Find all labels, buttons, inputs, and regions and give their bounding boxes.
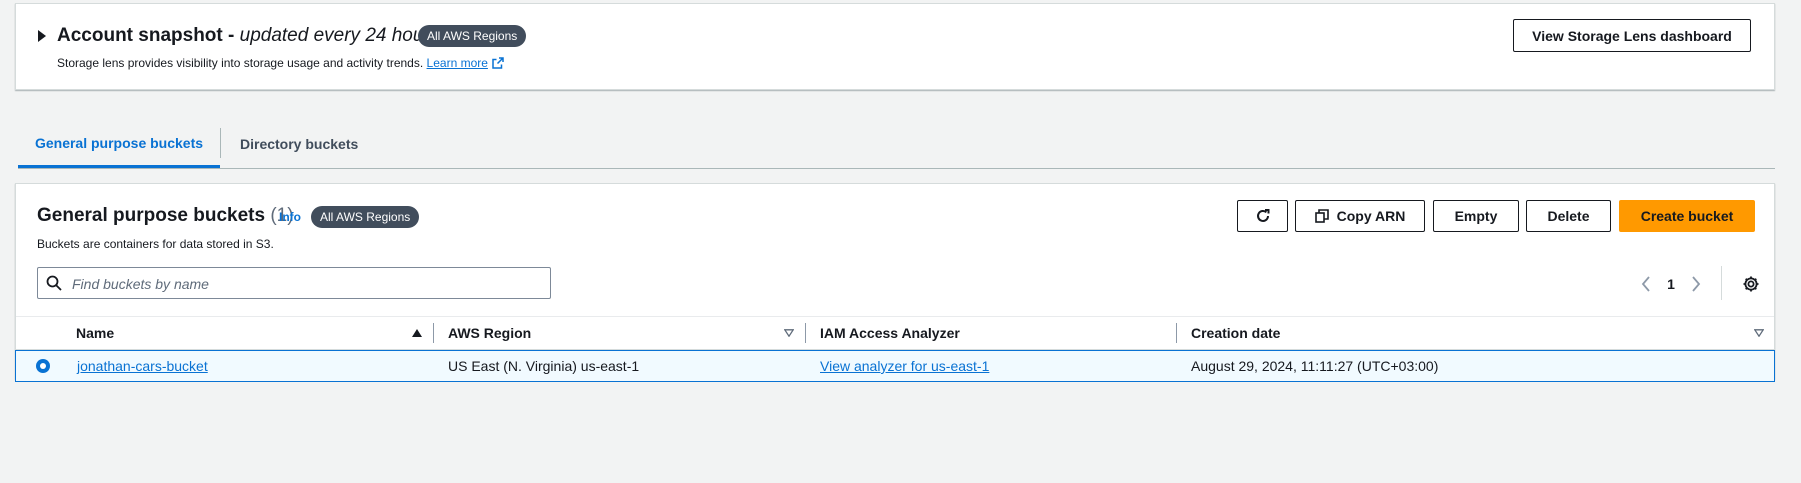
account-snapshot-panel: Account snapshot - updated every 24 hour… [15,3,1775,90]
view-storage-lens-dashboard-button[interactable]: View Storage Lens dashboard [1513,19,1751,52]
bucket-name-link[interactable]: jonathan-cars-bucket [77,358,208,374]
column-header-name[interactable]: Name [76,317,114,349]
column-divider [433,323,434,343]
column-header-creation-date[interactable]: Creation date [1191,317,1280,349]
snapshot-title-subtext: updated every 24 hours [239,25,440,46]
sort-indicator-icon[interactable] [1754,329,1764,337]
empty-button[interactable]: Empty [1433,200,1519,232]
tab-directory-buckets[interactable]: Directory buckets [240,120,358,168]
expand-caret-icon[interactable] [38,30,46,42]
sort-indicator-icon[interactable] [784,329,794,337]
learn-more-link[interactable]: Learn more [427,56,504,70]
column-header-region[interactable]: AWS Region [448,317,531,349]
external-link-icon [492,57,504,69]
sort-ascending-icon[interactable] [412,329,422,337]
row-select-radio[interactable] [36,359,50,373]
snapshot-description: Storage lens provides visibility into st… [57,56,504,70]
snapshot-title-text: Account snapshot - [57,25,235,46]
search-input[interactable] [70,272,544,296]
chevron-right-icon [1692,276,1701,292]
refresh-icon [1256,209,1269,222]
buckets-title-text: General purpose buckets [37,205,266,226]
delete-button[interactable]: Delete [1526,200,1611,232]
refresh-button[interactable] [1237,200,1288,232]
buckets-title: General purpose buckets (1) [37,205,294,227]
previous-page-button[interactable] [1636,274,1656,294]
regions-badge: All AWS Regions [418,25,527,47]
regions-badge: All AWS Regions [311,206,420,228]
column-divider [1176,323,1177,343]
view-analyzer-link[interactable]: View analyzer for us-east-1 [820,358,989,374]
table-row[interactable]: jonathan-cars-bucket US East (N. Virgini… [15,350,1775,382]
buckets-panel: General purpose buckets (1) Info All AWS… [15,183,1775,382]
chevron-left-icon [1641,276,1650,292]
pager-divider [1721,266,1722,300]
current-page[interactable]: 1 [1656,276,1686,292]
snapshot-description-text: Storage lens provides visibility into st… [57,56,424,70]
bucket-region-cell: US East (N. Virginia) us-east-1 [448,358,640,374]
find-buckets-search [37,267,551,299]
buckets-description: Buckets are containers for data stored i… [37,237,274,251]
create-bucket-button[interactable]: Create bucket [1619,200,1755,232]
bucket-name-cell: jonathan-cars-bucket [77,351,208,381]
info-link[interactable]: Info [279,210,301,224]
gear-icon[interactable] [1742,275,1760,293]
bucket-type-tabs: General purpose buckets Directory bucket… [18,120,1775,169]
column-divider [805,323,806,343]
access-analyzer-cell: View analyzer for us-east-1 [820,351,989,381]
creation-date-cell: August 29, 2024, 11:11:27 (UTC+03:00) [1191,358,1439,374]
snapshot-title: Account snapshot - updated every 24 hour… [57,25,439,47]
tab-general-purpose-buckets[interactable]: General purpose buckets [18,120,220,168]
pagination: 1 [1636,272,1706,296]
copy-icon [1314,209,1329,223]
learn-more-text: Learn more [426,56,488,70]
copy-arn-label: Copy ARN [1336,208,1406,224]
search-icon [46,275,62,291]
table-header: Name AWS Region IAM Access Analyzer Crea… [16,316,1774,350]
tab-divider [220,128,221,158]
copy-arn-button[interactable]: Copy ARN [1295,200,1425,232]
column-header-access-analyzer: IAM Access Analyzer [820,325,960,341]
next-page-button[interactable] [1686,274,1706,294]
